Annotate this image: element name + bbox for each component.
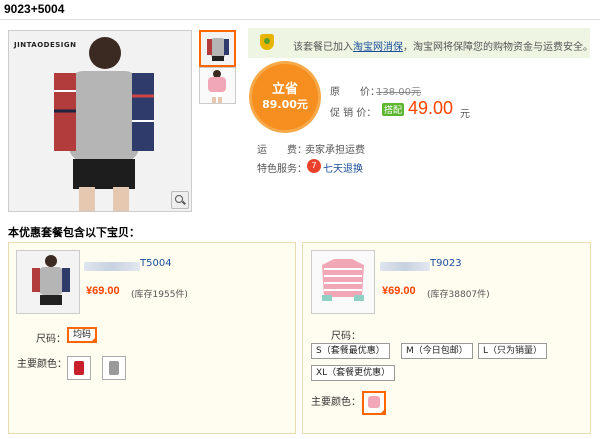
product-2-size-label: 尺码： [331,331,361,342]
product-1-title-blur [84,262,140,271]
thumbnail-gray-plaid-top[interactable] [199,30,236,67]
product-2-title[interactable]: T9023 [430,258,462,269]
seven-day-return-link[interactable]: 七天退换 [323,160,363,175]
product-2-price: ¥69.00 [382,285,416,297]
selected-check-icon [379,408,384,413]
shipping-value: 卖家承担运费 [305,145,365,156]
gray-swatch-icon [103,357,125,379]
product-1-title[interactable]: T5004 [140,258,172,269]
product-1-size-option[interactable]: 均码 [67,327,98,343]
bundle-tag: 搭配 [382,103,405,116]
original-price: 138.00元 [376,87,421,98]
product-2-size-xl[interactable]: XL（套餐更优惠） [311,365,396,381]
product-1-size-label: 尺码： [36,334,66,345]
main-product-image[interactable]: JINTAODESIGN [8,30,192,212]
page-title: 9023+5004 [4,2,65,16]
product-1-color-label: 主要颜色： [17,359,67,370]
product-2-color-pink[interactable] [362,391,386,415]
divider [0,19,600,20]
promo-price-label: 促 销 价： [330,108,377,119]
guarantee-text: 该套餐已加入淘宝网消保，淘宝网将保障您的购物资金与运费安全。 [293,42,593,53]
pink-top-icon [312,251,374,313]
original-price-label: 原 价： [330,87,380,98]
product-1-price: ¥69.00 [86,285,120,297]
product-2-color-label: 主要颜色： [311,397,361,408]
gray-top-thumb-icon [201,32,234,65]
product-1-stock: (库存1955件) [131,290,188,300]
product-2-size-l[interactable]: L（只为销量） [478,343,548,359]
service-label: 特色服务： [257,164,307,175]
product-1-color-red[interactable] [67,356,91,380]
savings-badge: 立省 89.00元 [252,64,318,130]
brand-logo: JINTAODESIGN [14,41,77,49]
pink-top-thumb-icon [200,68,235,103]
product-1-image[interactable] [16,250,80,314]
product-2-stock: (库存38807件) [427,290,490,300]
red-swatch-icon [68,357,90,379]
bundle-section-title: 本优惠套餐包含以下宝贝： [8,226,140,239]
shield-icon [260,34,274,50]
product-1-color-gray[interactable] [102,356,126,380]
magnifier-icon[interactable] [171,191,189,209]
promo-price-unit: 元 [460,109,470,120]
consumer-protection-link[interactable]: 淘宝网消保 [353,42,403,53]
thumbnail-pink-striped-top[interactable] [199,67,236,104]
product-2-size-m[interactable]: M（今日包邮） [401,343,473,359]
product-2-title-blur [380,262,430,271]
product-2-size-s[interactable]: S（套餐最优惠） [311,343,390,359]
model-illustration [9,31,191,211]
gray-top-icon [17,251,79,313]
product-2-image[interactable] [311,250,375,314]
seven-day-return-icon: 7 [307,159,321,173]
promo-price: 49.00 [408,98,454,118]
shipping-label: 运 费： [257,145,307,156]
